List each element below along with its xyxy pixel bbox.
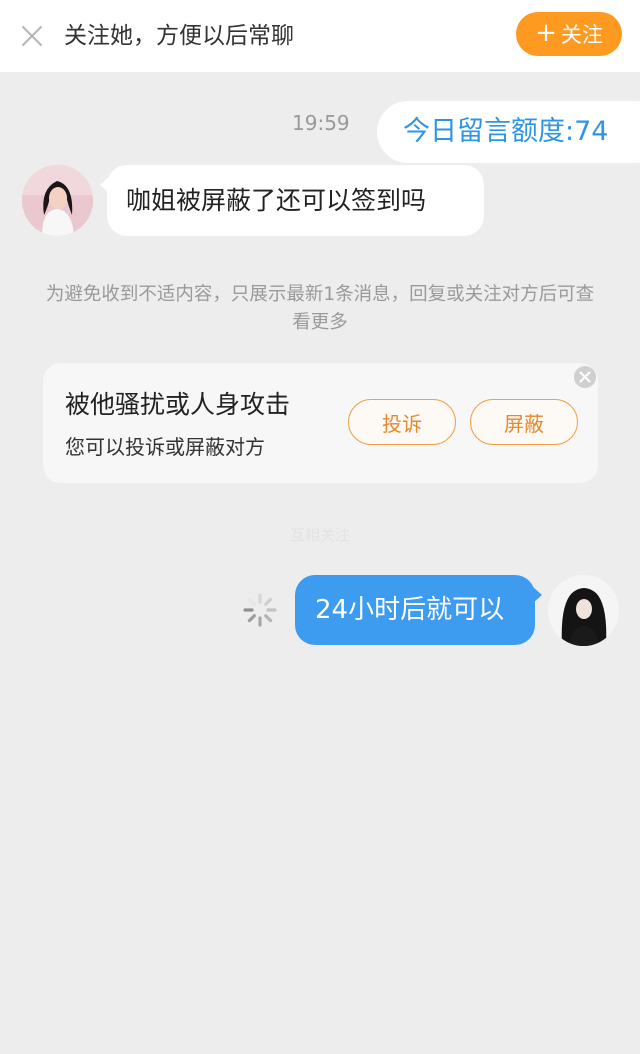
incoming-message-bubble[interactable]: 咖姐被屏蔽了还可以签到吗: [100, 165, 484, 236]
block-button[interactable]: 屏蔽: [470, 399, 578, 445]
report-card-subtitle: 您可以投诉或屏蔽对方: [65, 435, 265, 459]
loading-spinner-icon: [243, 593, 277, 627]
report-card-title: 被他骚扰或人身攻击: [65, 390, 291, 419]
message-timestamp: 19:59: [292, 111, 350, 135]
outgoing-message-bubble[interactable]: 24小时后就可以: [295, 575, 542, 645]
quota-bubble: 今日留言额度:74: [377, 101, 640, 163]
follow-button-label: 关注: [560, 23, 603, 47]
privacy-notice: 为避免收到不适内容，只展示最新1条消息，回复或关注对方后可查看更多: [45, 284, 595, 333]
follow-prompt: 关注她，方便以后常聊: [64, 23, 294, 49]
avatar-image-icon: [548, 575, 619, 646]
my-avatar[interactable]: [548, 575, 619, 646]
faint-system-label: 互相关注: [290, 526, 351, 544]
complain-button[interactable]: 投诉: [348, 399, 456, 445]
plus-icon: +: [535, 18, 557, 48]
close-card-icon[interactable]: [573, 365, 597, 389]
report-card: 被他骚扰或人身攻击 您可以投诉或屏蔽对方 投诉 屏蔽: [43, 363, 598, 483]
close-icon[interactable]: [18, 22, 46, 50]
follow-button[interactable]: + 关注: [516, 12, 622, 56]
avatar-image-icon: [22, 165, 93, 236]
sender-avatar[interactable]: [22, 165, 93, 236]
top-bar: 关注她，方便以后常聊 + 关注: [0, 0, 640, 72]
